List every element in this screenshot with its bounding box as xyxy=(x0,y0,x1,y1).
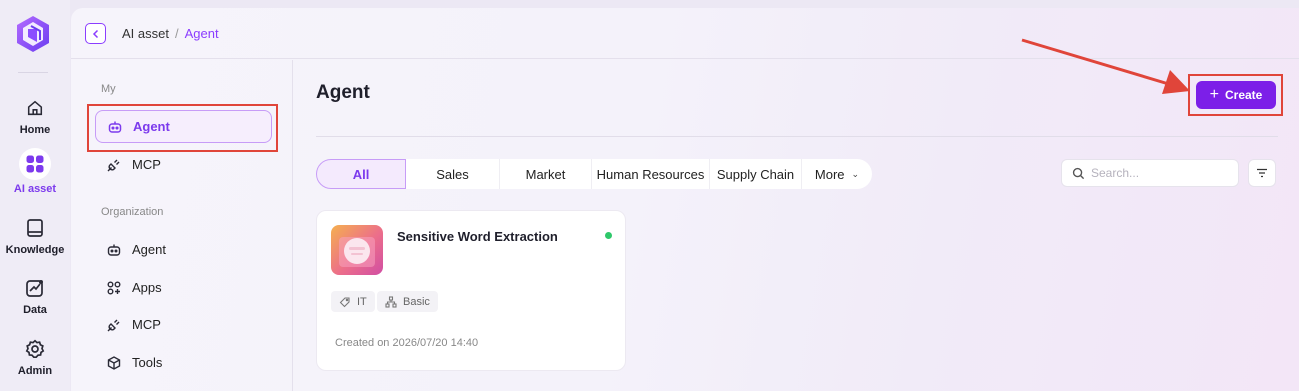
tab-supply-chain[interactable]: Supply Chain xyxy=(710,159,802,189)
tag-icon xyxy=(339,296,350,307)
tag-label: Basic xyxy=(403,295,430,308)
rail-item-data[interactable]: Data xyxy=(0,272,70,316)
search-icon xyxy=(1072,167,1085,179)
tab-more[interactable]: More ⌄ xyxy=(802,159,872,189)
agent-card[interactable]: Sensitive Word Extraction IT Basic Creat… xyxy=(316,210,626,371)
rail-item-ai-asset[interactable]: AI asset xyxy=(0,148,70,195)
subnav-item-org-agent[interactable]: Agent xyxy=(95,233,272,266)
main-panel: AI asset / Agent My Agent MCP Organization… xyxy=(71,8,1299,391)
rail-item-knowledge[interactable]: Knowledge xyxy=(0,212,70,256)
divider xyxy=(316,136,1278,137)
tools-icon xyxy=(107,355,121,370)
gear-icon xyxy=(19,333,51,365)
filter-icon xyxy=(1257,168,1267,178)
book-icon xyxy=(19,212,51,244)
rail-item-home[interactable]: Home xyxy=(0,92,70,136)
subnav-item-label: Agent xyxy=(133,119,170,134)
plus-icon: + xyxy=(1209,86,1219,103)
section-label-my: My xyxy=(101,83,116,95)
back-button[interactable] xyxy=(85,23,106,44)
breadcrumb-item[interactable]: AI asset xyxy=(122,26,169,41)
home-icon xyxy=(19,92,51,124)
hierarchy-icon xyxy=(385,295,397,308)
create-button-label: Create xyxy=(1224,88,1263,102)
grid-icon xyxy=(19,148,51,180)
rail-item-label: Knowledge xyxy=(5,244,65,256)
robot-icon xyxy=(107,244,121,256)
subnav-item-label: Agent xyxy=(132,242,166,257)
search-box[interactable] xyxy=(1061,159,1239,187)
left-rail: Home AI asset Knowledge Data Admin xyxy=(0,0,70,391)
app-logo[interactable] xyxy=(15,14,51,54)
rail-item-label: Home xyxy=(19,124,51,136)
agent-card-title: Sensitive Word Extraction xyxy=(397,229,558,244)
search-input[interactable] xyxy=(1091,166,1231,180)
breadcrumb: AI asset / Agent xyxy=(122,26,219,41)
subnav-item-org-mcp[interactable]: MCP xyxy=(95,308,272,341)
agent-thumbnail xyxy=(331,225,383,275)
section-label-organization: Organization xyxy=(101,206,164,218)
subnav-item-label: MCP xyxy=(132,157,161,172)
secondary-sidebar: My Agent MCP Organization Agent Apps MCP… xyxy=(71,60,293,391)
tab-all[interactable]: All xyxy=(316,159,406,189)
tag-it: IT xyxy=(331,291,375,312)
tag-basic: Basic xyxy=(377,291,438,312)
tab-market[interactable]: Market xyxy=(500,159,592,189)
subnav-item-my-mcp[interactable]: MCP xyxy=(95,148,272,181)
create-button[interactable]: + Create xyxy=(1196,81,1276,109)
subnav-item-label: Tools xyxy=(132,355,163,370)
plug-icon xyxy=(107,159,120,171)
rail-divider xyxy=(18,72,48,73)
chart-icon xyxy=(19,272,51,304)
category-tabs: All Sales Market Human Resources Supply … xyxy=(316,159,872,189)
tab-sales[interactable]: Sales xyxy=(406,159,500,189)
breadcrumb-separator: / xyxy=(174,26,179,41)
robot-icon xyxy=(108,121,122,133)
subnav-item-my-agent[interactable]: Agent xyxy=(95,110,272,143)
chevron-left-icon xyxy=(92,29,98,38)
apps-icon xyxy=(107,281,121,294)
subnav-item-label: Apps xyxy=(132,280,162,295)
top-bar: AI asset / Agent xyxy=(71,8,1299,59)
subnav-item-org-tools[interactable]: Tools xyxy=(95,346,272,379)
status-indicator xyxy=(605,232,612,239)
breadcrumb-current: Agent xyxy=(184,26,219,41)
rail-item-admin[interactable]: Admin xyxy=(0,333,70,377)
tab-more-label: More xyxy=(814,166,845,182)
content-area: Agent + Create All Sales Market Human Re… xyxy=(294,38,1299,391)
chevron-down-icon: ⌄ xyxy=(851,168,860,179)
rail-item-label: Admin xyxy=(17,365,53,377)
subnav-item-label: MCP xyxy=(132,317,161,332)
filter-button[interactable] xyxy=(1248,159,1276,187)
rail-item-label: Data xyxy=(23,304,47,316)
page-title: Agent xyxy=(316,82,370,103)
tab-human-resources[interactable]: Human Resources xyxy=(592,159,710,189)
agent-avatar-icon xyxy=(339,237,375,267)
subnav-item-org-apps[interactable]: Apps xyxy=(95,271,272,304)
rail-item-label: AI asset xyxy=(13,183,57,195)
tag-label: IT xyxy=(357,295,367,308)
created-date: Created on 2026/07/20 14:40 xyxy=(335,337,479,349)
plug-icon xyxy=(107,319,120,331)
